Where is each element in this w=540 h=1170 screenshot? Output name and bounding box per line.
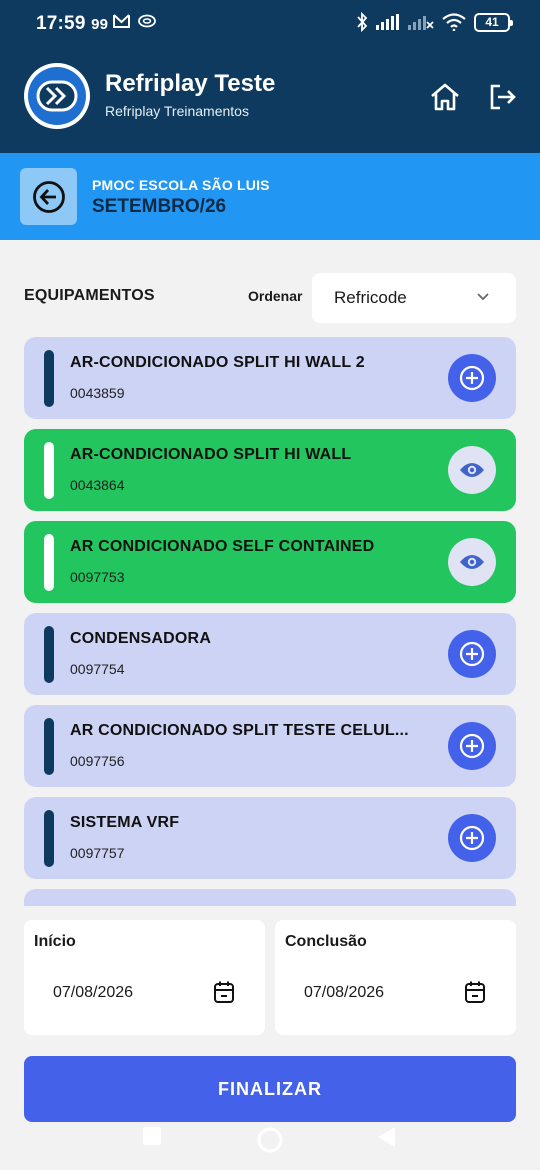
equipment-list[interactable]: AR-CONDICIONADO SPLIT HI WALL 2 0043859 …: [0, 336, 540, 906]
start-date-card[interactable]: Início 07/08/2026: [24, 920, 265, 1035]
bluetooth-icon: [357, 12, 368, 32]
equipment-name: CONDENSADORA: [70, 630, 212, 647]
refriplay-logo-icon: [36, 80, 78, 112]
system-nav-bar: [0, 1122, 540, 1170]
status-bar-indicator: [44, 350, 54, 407]
home-button[interactable]: [427, 79, 463, 115]
equipment-card[interactable]: AR CONDICIONADO SPLIT TESTE CELUL... 009…: [24, 705, 516, 787]
status-bar-indicator: [44, 718, 54, 775]
equipment-code: 0097753: [70, 569, 125, 585]
period-label: SETEMBRO/26: [92, 196, 227, 217]
start-date-label: Início: [34, 933, 76, 950]
signal-off-icon: [408, 16, 434, 30]
wifi-icon: [442, 13, 466, 31]
status-bar-indicator: [44, 442, 54, 499]
status-bar: 17:59 99 41: [0, 0, 540, 50]
gmail-icon: [113, 14, 130, 28]
eye-icon: [460, 463, 484, 477]
order-select-value: Refricode: [334, 288, 407, 307]
battery-icon: 41: [474, 12, 513, 32]
end-date-value[interactable]: 07/08/2026: [304, 984, 384, 1002]
app-title: Refriplay Teste: [105, 70, 276, 97]
home-icon: [431, 83, 459, 111]
back-nav-icon[interactable]: [376, 1126, 396, 1148]
plus-circle-icon: [459, 641, 485, 667]
end-date-card[interactable]: Conclusão 07/08/2026: [275, 920, 516, 1035]
equipment-card-partial[interactable]: [24, 889, 516, 906]
finish-button[interactable]: FINALIZAR: [24, 1056, 516, 1122]
calendar-icon[interactable]: [464, 980, 486, 1004]
plus-circle-icon: [459, 365, 485, 391]
app-notification-icon: [138, 14, 156, 28]
calendar-icon[interactable]: [213, 980, 235, 1004]
equipment-card[interactable]: CONDENSADORA 0097754: [24, 613, 516, 695]
logout-button[interactable]: [484, 79, 520, 115]
notification-icons: [113, 14, 156, 28]
start-date-value[interactable]: 07/08/2026: [53, 984, 133, 1002]
equipment-name: SISTEMA VRF: [70, 814, 180, 831]
status-bar-indicator: [44, 810, 54, 867]
plus-circle-icon: [459, 733, 485, 759]
add-checklist-button[interactable]: [448, 722, 496, 770]
add-checklist-button[interactable]: [448, 630, 496, 678]
equipment-card[interactable]: AR CONDICIONADO SELF CONTAINED 0097753: [24, 521, 516, 603]
equipment-card[interactable]: SISTEMA VRF 0097757: [24, 797, 516, 879]
equipment-code: 0043859: [70, 385, 125, 401]
add-checklist-button[interactable]: [448, 814, 496, 862]
order-label: Ordenar: [248, 288, 303, 304]
eye-icon: [460, 555, 484, 569]
equipment-card[interactable]: AR-CONDICIONADO SPLIT HI WALL 0043864: [24, 429, 516, 511]
recent-apps-icon[interactable]: [142, 1126, 162, 1146]
equipment-code: 0043864: [70, 477, 125, 493]
equipment-card[interactable]: AR-CONDICIONADO SPLIT HI WALL 2 0043859: [24, 337, 516, 419]
back-button[interactable]: [20, 168, 77, 225]
view-checklist-button[interactable]: [448, 538, 496, 586]
equipments-title: EQUIPAMENTOS: [24, 287, 155, 304]
app-logo: [24, 63, 90, 129]
app-header: 17:59 99 41 Refriplay Teste Refriplay Tr…: [0, 0, 540, 153]
chevron-down-icon: [477, 293, 489, 301]
equipment-code: 0097757: [70, 845, 125, 861]
home-nav-icon[interactable]: [256, 1126, 284, 1154]
equipment-name: AR-CONDICIONADO SPLIT HI WALL 2: [70, 354, 365, 371]
end-date-label: Conclusão: [285, 933, 367, 950]
status-bar-indicator: [44, 626, 54, 683]
pmoc-name: PMOC ESCOLA SÃO LUIS: [92, 177, 270, 193]
view-checklist-button[interactable]: [448, 446, 496, 494]
status-time: 17:59 99: [36, 13, 109, 34]
equipment-code: 0097756: [70, 753, 125, 769]
app-subtitle: Refriplay Treinamentos: [105, 103, 249, 119]
context-header: [0, 153, 540, 240]
arrow-left-circle-icon: [32, 180, 65, 213]
logout-icon: [490, 84, 516, 110]
order-select[interactable]: Refricode: [312, 273, 516, 323]
signal-icon: [376, 14, 399, 30]
plus-circle-icon: [459, 825, 485, 851]
system-icons: 41: [356, 12, 513, 32]
status-bar-indicator: [44, 534, 54, 591]
equipment-name: AR-CONDICIONADO SPLIT HI WALL: [70, 446, 352, 463]
equipment-code: 0097754: [70, 661, 125, 677]
equipment-name: AR CONDICIONADO SPLIT TESTE CELUL...: [70, 722, 409, 739]
add-checklist-button[interactable]: [448, 354, 496, 402]
notification-badge: 99: [91, 16, 109, 33]
equipment-name: AR CONDICIONADO SELF CONTAINED: [70, 538, 375, 555]
